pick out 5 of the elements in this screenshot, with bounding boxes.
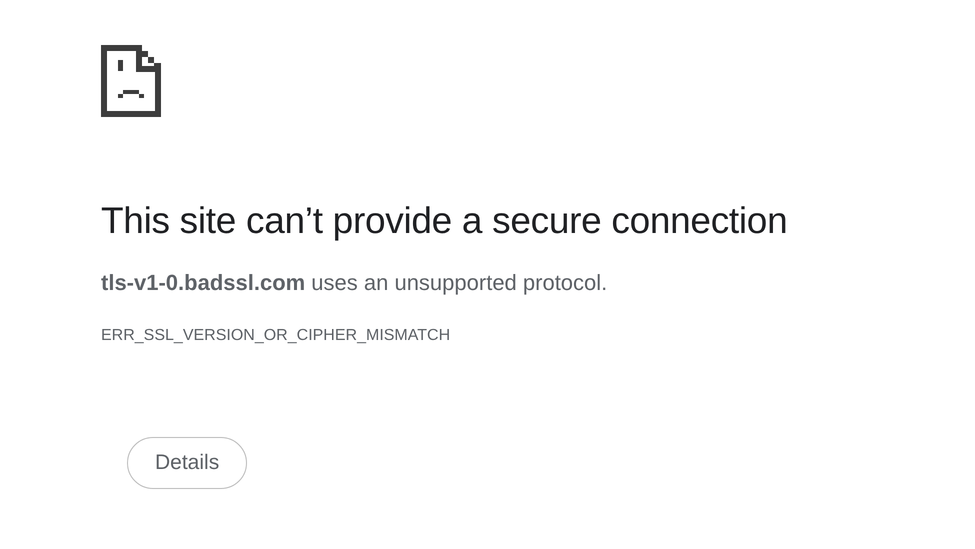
sad-page-icon xyxy=(101,45,161,117)
error-heading: This site can’t provide a secure connection xyxy=(101,201,788,241)
error-code: ERR_SSL_VERSION_OR_CIPHER_MISMATCH xyxy=(101,327,452,345)
error-message: tls-v1-0.badssl.com uses an unsupported protocol. xyxy=(101,269,608,297)
details-button[interactable]: Details xyxy=(127,437,248,489)
